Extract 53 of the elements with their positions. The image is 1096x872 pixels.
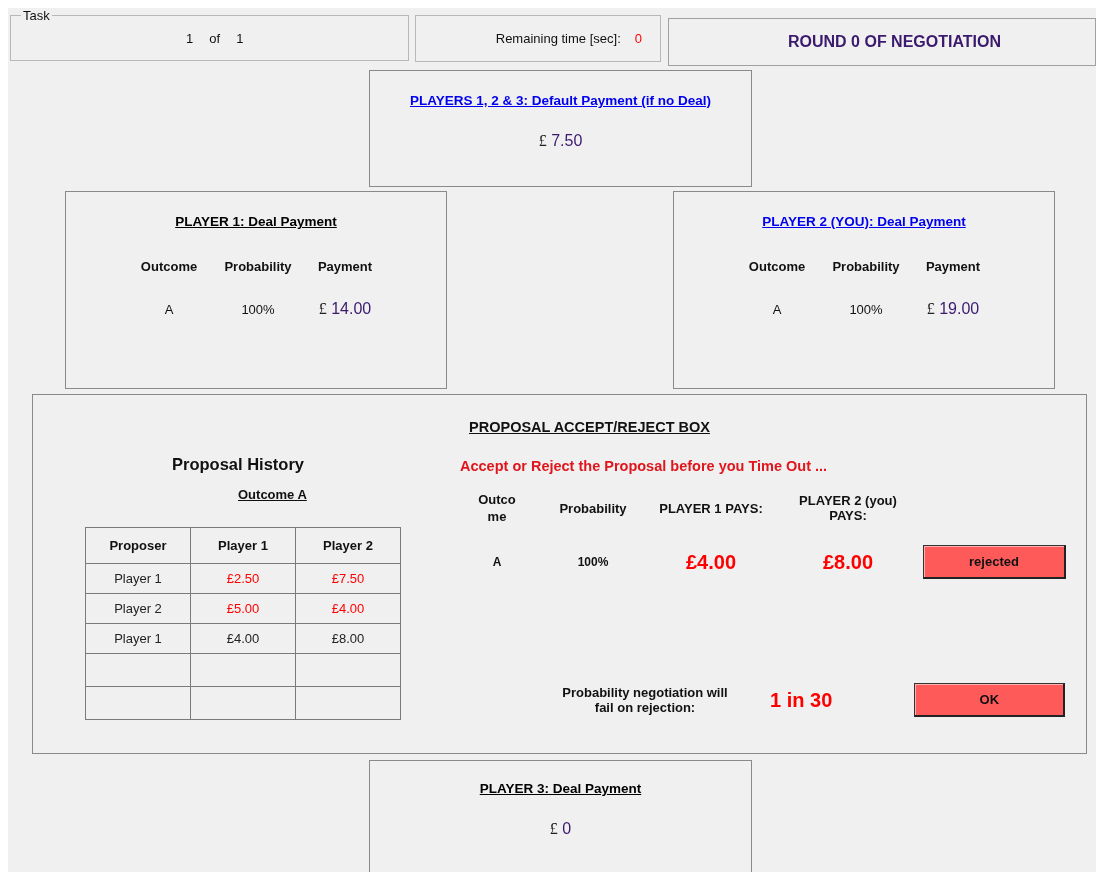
outcome-cell: A xyxy=(164,301,174,317)
rejected-button[interactable]: rejected xyxy=(923,545,1066,579)
column-header: PLAYER 1 PAYS: xyxy=(659,500,763,516)
payment-amount: £ 14.00 xyxy=(318,300,372,318)
panel-heading: PLAYER 3: Deal Payment xyxy=(479,781,642,796)
table-cell: £4.00 xyxy=(295,593,401,624)
task-separator: of xyxy=(209,30,221,46)
column-header: Outcome xyxy=(477,491,517,525)
column-header: Player 1 xyxy=(190,527,296,564)
table-cell: £2.50 xyxy=(190,563,296,594)
panel-legend: Task xyxy=(21,8,52,23)
column-header: Probability xyxy=(224,259,292,274)
table-cell: Player 1 xyxy=(85,563,191,594)
panel-heading: PLAYER 1: Deal Payment xyxy=(175,214,337,229)
probability-cell: 100% xyxy=(577,555,609,569)
payment-amount: £8.00 xyxy=(822,550,874,574)
column-header: Probability xyxy=(832,259,900,274)
probability-cell: 100% xyxy=(241,301,275,317)
instruction-text: Accept or Reject the Proposal before you Time Out ... xyxy=(460,458,829,474)
payment-amount: £ 7.50 xyxy=(538,132,583,150)
table-cell: £4.00 xyxy=(190,623,296,654)
task-total: 1 xyxy=(236,30,244,46)
round-title: ROUND 0 OF NEGOTIATION xyxy=(788,33,1002,51)
column-header: Player 2 xyxy=(295,527,401,564)
column-header: PLAYER 2 (you) PAYS: xyxy=(798,493,898,523)
task-number: 1 xyxy=(186,30,194,46)
history-subtitle: Outcome A xyxy=(238,487,307,502)
column-header: Payment xyxy=(925,259,981,274)
table-cell: £5.00 xyxy=(190,593,296,624)
failure-odds: 1 in 30 xyxy=(770,688,833,712)
outcome-cell: A xyxy=(772,301,782,317)
table-cell: Player 1 xyxy=(85,623,191,654)
column-header: Outcome xyxy=(748,259,806,274)
ok-button[interactable]: OK xyxy=(914,683,1066,717)
column-header: Probability xyxy=(559,500,627,516)
payment-amount: £ 0 xyxy=(549,820,572,838)
timer-value: 0 xyxy=(634,31,642,46)
column-header: Proposer xyxy=(85,527,191,564)
payment-amount: £4.00 xyxy=(685,550,737,574)
failure-label: Probability negotiation will fail on rejection: xyxy=(561,685,729,715)
panel-heading: PLAYERS 1, 2 & 3: Default Payment (if no Deal) xyxy=(409,93,712,108)
table-cell: £7.50 xyxy=(295,563,401,594)
timer-label: Remaining time [sec]: xyxy=(495,31,621,46)
table-cell: Player 2 xyxy=(85,593,191,624)
history-title: Proposal History xyxy=(172,455,305,474)
payment-amount: £ 19.00 xyxy=(926,300,980,318)
table-cell: £8.00 xyxy=(295,623,401,654)
column-header: Outcome xyxy=(140,259,198,274)
panel-heading: PROPOSAL ACCEPT/REJECT BOX xyxy=(469,419,710,435)
probability-cell: 100% xyxy=(849,301,883,317)
panel-heading: PLAYER 2 (YOU): Deal Payment xyxy=(762,214,966,229)
outcome-cell: A xyxy=(492,555,502,569)
column-header: Payment xyxy=(317,259,373,274)
